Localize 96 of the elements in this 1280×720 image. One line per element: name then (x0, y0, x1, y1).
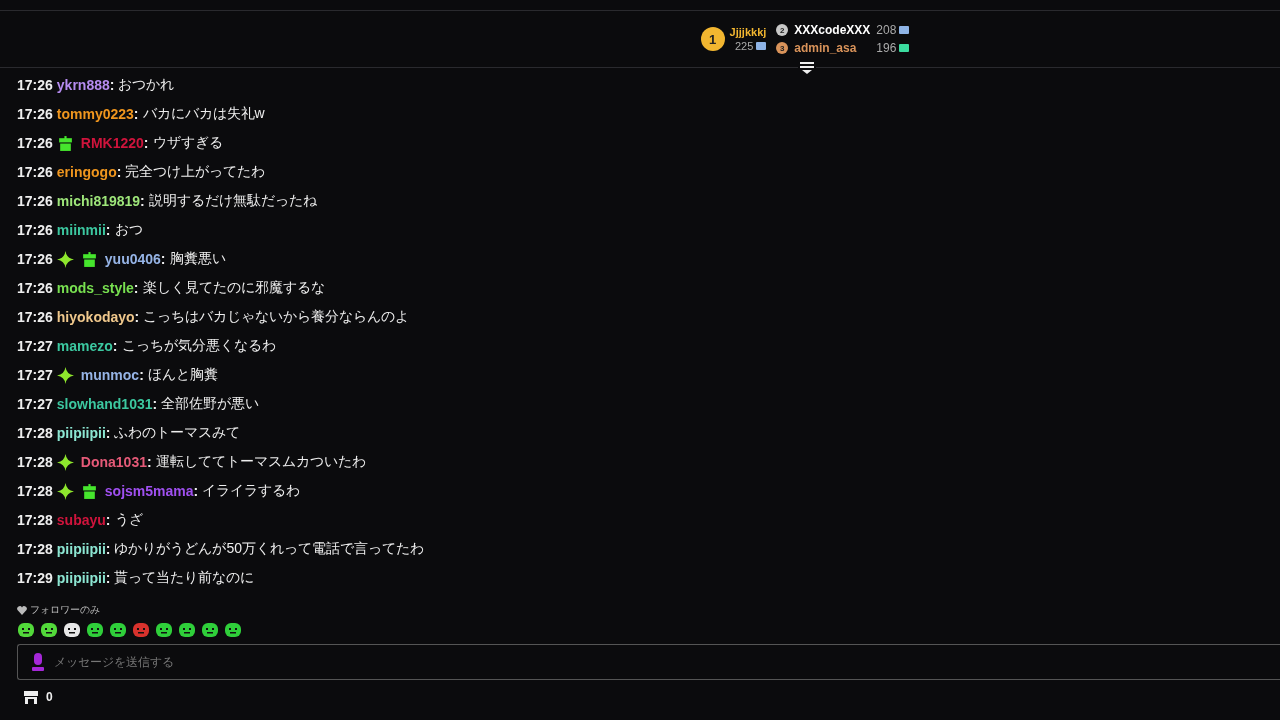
emote-icon[interactable] (40, 621, 58, 639)
username[interactable]: yuu0406 (104, 251, 161, 267)
message-text: ふわのトーマスみて (114, 424, 241, 442)
colon: : (105, 512, 111, 528)
timestamp: 17:28 (17, 425, 53, 441)
timestamp: 17:26 (17, 193, 53, 209)
colon: : (134, 309, 140, 325)
colon: : (116, 164, 122, 180)
colon: : (160, 251, 166, 267)
username[interactable]: piipiipii (56, 570, 106, 586)
timestamp: 17:28 (17, 483, 53, 499)
message-text: 貰って当たり前なのに (114, 569, 255, 587)
timestamp: 17:27 (17, 367, 53, 383)
message-text: 運転しててトーマスムカついたわ (155, 453, 366, 471)
timestamp: 17:26 (17, 280, 53, 296)
username[interactable]: slowhand1031 (56, 396, 153, 412)
message-text: ウザすぎる (152, 134, 223, 152)
microphone-icon[interactable] (32, 653, 44, 671)
message-text: うざ (114, 511, 143, 529)
leader-name: admin_asa (794, 41, 858, 55)
colon: : (109, 77, 115, 93)
colon: : (146, 454, 152, 470)
colon: : (105, 570, 111, 586)
username[interactable]: tommy0223 (56, 106, 134, 122)
username[interactable]: eringogo (56, 164, 117, 180)
username[interactable]: Dona1031 (80, 454, 147, 470)
rank-medal: 3 (776, 42, 789, 54)
username[interactable]: ykrn888 (56, 77, 110, 93)
timestamp: 17:28 (17, 541, 53, 557)
colon: : (143, 135, 149, 151)
timestamp: 17:26 (17, 222, 53, 238)
message-text: 全部佐野が悪い (161, 395, 260, 413)
colon: : (193, 483, 199, 499)
colon: : (105, 425, 111, 441)
message-text: こっちが気分悪くなるわ (121, 337, 276, 355)
timestamp: 17:26 (17, 251, 53, 267)
message-text: イライラするわ (202, 482, 301, 500)
username[interactable]: piipiipii (56, 425, 106, 441)
colon: : (152, 396, 158, 412)
emote-icon[interactable] (224, 621, 242, 639)
colon: : (140, 193, 145, 209)
timestamp: 17:26 (17, 164, 53, 180)
message-text: おつ (114, 221, 143, 239)
username[interactable]: sojsm5mama (104, 483, 194, 499)
timestamp: 17:26 (17, 106, 53, 122)
message-input[interactable]: メッセージを送信する (17, 644, 1280, 680)
emote-icon[interactable] (201, 621, 219, 639)
message-text: バカにバカは失礼w (142, 105, 265, 123)
points-count: 0 (46, 690, 53, 704)
message-text: こっちはバカじゃないから養分ならんのよ (143, 308, 410, 326)
gift-count: 225 (729, 40, 767, 52)
username[interactable]: hiyokodayo (56, 309, 135, 325)
rank-medal: 2 (776, 24, 789, 36)
username[interactable]: subayu (56, 512, 106, 528)
colon: : (105, 541, 111, 557)
colon: : (112, 338, 118, 354)
timestamp: 17:26 (17, 135, 53, 151)
timestamp: 17:28 (17, 512, 53, 528)
emote-icon[interactable] (17, 621, 35, 639)
gift-count: 208 (876, 23, 910, 37)
colon: : (105, 222, 111, 238)
timestamp: 17:26 (17, 309, 53, 325)
colon: : (133, 106, 139, 122)
heart-icon (17, 605, 27, 615)
colon: : (133, 280, 139, 296)
rank-medal: 1 (700, 27, 725, 51)
timestamp: 17:27 (17, 338, 53, 354)
emote-icon[interactable] (109, 621, 127, 639)
emote-icon[interactable] (86, 621, 104, 639)
message-text: 完全つけ上がってたわ (125, 163, 266, 181)
username[interactable]: miinmii (56, 222, 106, 238)
message-text: ゆかりがうどんが50万くれって電話で言ってたわ (114, 540, 425, 558)
message-text: おつかれ (118, 76, 175, 94)
message-text: ほんと胸糞 (147, 366, 218, 384)
timestamp: 17:29 (17, 570, 53, 586)
emote-icon[interactable] (155, 621, 173, 639)
timestamp: 17:26 (17, 77, 53, 93)
username[interactable]: munmoc (80, 367, 140, 383)
emote-icon[interactable] (63, 621, 81, 639)
message-text: 楽しく見てたのに邪魔するな (142, 279, 325, 297)
timestamp: 17:27 (17, 396, 53, 412)
username[interactable]: piipiipii (56, 541, 106, 557)
leader-name: Jjjjkkkj (729, 26, 767, 38)
timestamp: 17:28 (17, 454, 53, 470)
username[interactable]: mods_style (56, 280, 134, 296)
colon: : (139, 367, 144, 383)
gift-count: 196 (876, 41, 910, 55)
username[interactable]: michi819819 (56, 193, 141, 209)
store-icon[interactable] (24, 690, 38, 704)
leader-name: XXXcodeXXX (794, 23, 871, 37)
message-text: 説明するだけ無駄だったね (148, 192, 317, 210)
emote-icon[interactable] (178, 621, 196, 639)
message-text: 胸糞悪い (169, 250, 226, 268)
chat-mode-label: フォロワーのみ (30, 603, 100, 617)
username[interactable]: mamezo (56, 338, 113, 354)
username[interactable]: RMK1220 (80, 135, 144, 151)
